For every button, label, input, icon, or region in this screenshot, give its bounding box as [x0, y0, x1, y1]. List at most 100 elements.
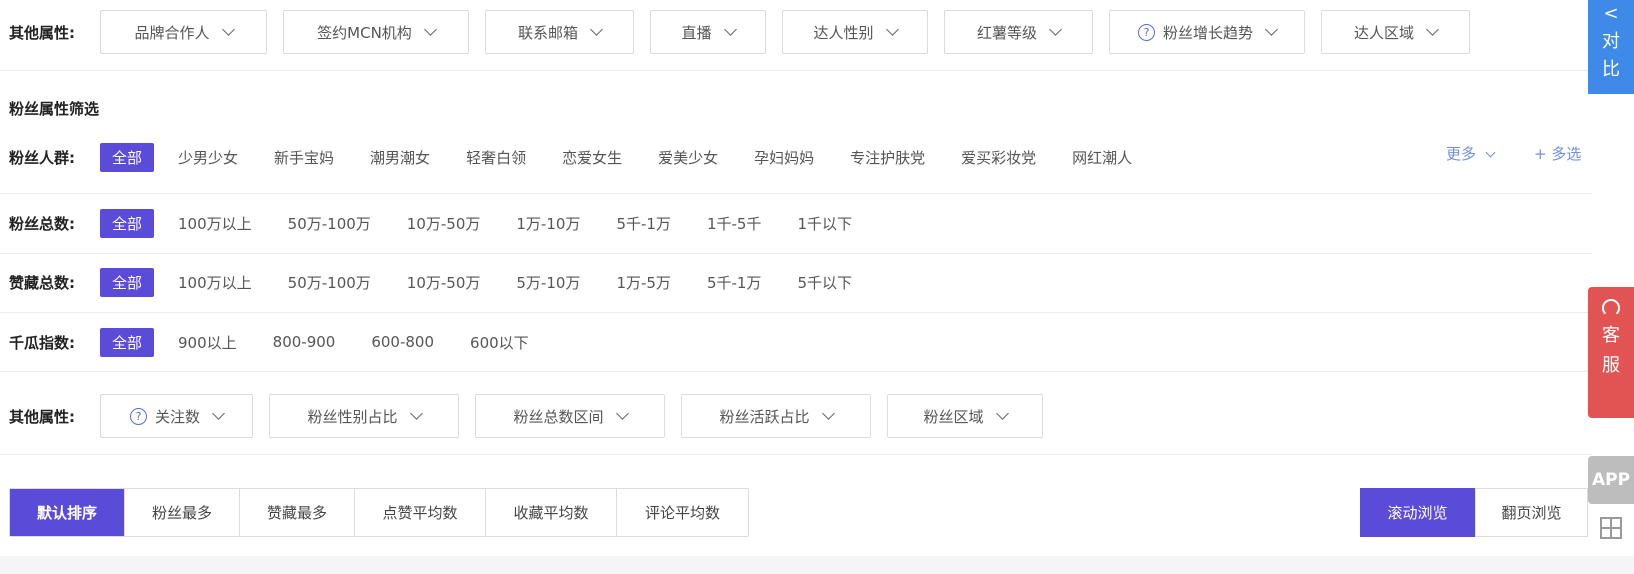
likes-total-option[interactable]: 1万-5万 — [616, 272, 671, 293]
qiangua-index-option[interactable]: 900以上 — [178, 332, 237, 353]
likes-total-option[interactable]: 10万-50万 — [407, 272, 481, 293]
qiangua-index-option[interactable]: 600以下 — [470, 332, 529, 353]
chevron-down-icon — [1265, 23, 1278, 36]
dropdown-label: 签约MCN机构 — [317, 23, 412, 42]
divider — [0, 253, 1592, 254]
help-icon[interactable]: ? — [1137, 23, 1155, 41]
option-all[interactable]: 全部 — [100, 142, 155, 172]
grid-view-button[interactable] — [1588, 506, 1634, 550]
dropdown-email[interactable]: 联系邮箱 — [485, 10, 634, 54]
divider — [0, 454, 1592, 455]
help-icon[interactable]: ? — [129, 407, 147, 425]
fans-total-option[interactable]: 1万-10万 — [516, 213, 580, 234]
compare-char: 比 — [1602, 59, 1620, 80]
chevron-down-icon — [885, 23, 899, 36]
dropdown-region[interactable]: 达人区域 — [1321, 10, 1470, 54]
likes-total-option[interactable]: 5万-10万 — [516, 272, 580, 293]
crowd-option[interactable]: 爱买彩妆党 — [961, 147, 1036, 168]
sort-avg-collects-button[interactable]: 收藏平均数 — [486, 489, 617, 536]
fans-total-option[interactable]: 100万以上 — [178, 213, 252, 234]
compare-button[interactable]: < 对 比 — [1588, 0, 1634, 94]
page-view-button[interactable]: 翻页浏览 — [1475, 488, 1588, 537]
qiangua-index-row: 千瓜指数: 全部 900以上 800-900 600-800 600以下 — [0, 327, 529, 357]
headset-icon — [1602, 299, 1620, 317]
service-char: 客 — [1602, 325, 1620, 346]
dropdown-fan-total-range[interactable]: 粉丝总数区间 — [475, 394, 665, 438]
sort-likes-button[interactable]: 赞藏最多 — [240, 489, 355, 536]
likes-total-option[interactable]: 50万-100万 — [288, 272, 371, 293]
fan-filter-label: 其他属性: — [9, 407, 75, 426]
qiangua-index-label: 千瓜指数: — [9, 333, 75, 352]
scroll-view-button[interactable]: 滚动浏览 — [1360, 488, 1475, 537]
multi-select-button[interactable]: + 多选 — [1534, 143, 1581, 164]
dropdown-brand-partner[interactable]: 品牌合作人 — [100, 10, 267, 54]
crowd-option[interactable]: 潮男潮女 — [370, 147, 430, 168]
chevron-down-icon — [409, 407, 423, 420]
compare-char: < — [1603, 3, 1619, 24]
qiangua-index-options: 全部 900以上 800-900 600-800 600以下 — [100, 327, 529, 357]
sort-avg-likes-button[interactable]: 点赞平均数 — [355, 489, 486, 536]
customer-service-button[interactable]: 客 服 — [1588, 287, 1634, 418]
crowd-option[interactable]: 网红潮人 — [1072, 147, 1132, 168]
dropdown-fan-gender[interactable]: 粉丝性别占比 — [269, 394, 459, 438]
option-all[interactable]: 全部 — [100, 327, 155, 357]
crowd-option[interactable]: 孕妇妈妈 — [754, 147, 814, 168]
sort-default-button[interactable]: 默认排序 — [10, 489, 125, 536]
crowd-option[interactable]: 轻奢白领 — [466, 147, 526, 168]
sort-fans-button[interactable]: 粉丝最多 — [125, 489, 240, 536]
qiangua-index-option[interactable]: 600-800 — [371, 333, 434, 351]
fans-total-option[interactable]: 10万-50万 — [407, 213, 481, 234]
dropdown-fan-active[interactable]: 粉丝活跃占比 — [681, 394, 871, 438]
dropdown-fan-growth[interactable]: ? 粉丝增长趋势 — [1109, 10, 1305, 54]
more-button[interactable]: 更多 — [1446, 143, 1496, 164]
chevron-down-icon — [1426, 23, 1439, 36]
dropdown-label: 达人区域 — [1353, 23, 1414, 42]
app-button[interactable]: APP — [1588, 456, 1634, 504]
dropdown-gender[interactable]: 达人性别 — [782, 10, 928, 54]
chevron-down-icon — [221, 23, 235, 36]
crowd-row: 粉丝人群: 全部 少男少女 新手宝妈 潮男潮女 轻奢白领 恋爱女生 爱美少女 孕… — [0, 142, 1132, 172]
qiangua-index-option[interactable]: 800-900 — [273, 333, 336, 351]
sort-bar: 默认排序 粉丝最多 赞藏最多 点赞平均数 收藏平均数 评论平均数 — [9, 488, 749, 537]
service-char: 服 — [1602, 355, 1620, 376]
fans-total-option[interactable]: 5千-1万 — [616, 213, 671, 234]
fans-total-option[interactable]: 1千-5千 — [707, 213, 762, 234]
crowd-option[interactable]: 恋爱女生 — [562, 147, 622, 168]
fans-total-options: 全部 100万以上 50万-100万 10万-50万 1万-10万 5千-1万 … — [100, 208, 852, 238]
dropdown-follow-count[interactable]: ? 关注数 — [100, 394, 253, 438]
likes-total-option[interactable]: 5千-1万 — [707, 272, 762, 293]
dropdown-fan-region[interactable]: 粉丝区域 — [887, 394, 1043, 438]
chevron-down-icon — [1049, 23, 1062, 36]
crowd-option[interactable]: 少男少女 — [178, 147, 238, 168]
dropdown-live[interactable]: 直播 — [650, 10, 766, 54]
divider — [0, 193, 1592, 194]
dropdown-label: 品牌合作人 — [134, 23, 210, 42]
divider — [0, 371, 1592, 372]
more-label: 更多 — [1446, 145, 1477, 163]
likes-total-option[interactable]: 5千以下 — [797, 272, 852, 293]
crowd-label: 粉丝人群: — [9, 148, 75, 167]
crowd-option[interactable]: 新手宝妈 — [274, 147, 334, 168]
fans-total-label: 粉丝总数: — [9, 214, 75, 233]
likes-total-option[interactable]: 100万以上 — [178, 272, 252, 293]
chevron-down-icon — [423, 23, 437, 36]
sort-avg-comments-button[interactable]: 评论平均数 — [617, 489, 748, 536]
dropdown-label: 红薯等级 — [976, 23, 1037, 42]
fans-total-option[interactable]: 1千以下 — [797, 213, 852, 234]
option-all[interactable]: 全部 — [100, 208, 155, 238]
option-all[interactable]: 全部 — [100, 267, 155, 297]
divider — [0, 70, 1592, 71]
chevron-down-icon — [1485, 147, 1496, 158]
fans-total-option[interactable]: 50万-100万 — [288, 213, 371, 234]
dropdown-label: 粉丝总数区间 — [513, 407, 604, 426]
likes-total-options: 全部 100万以上 50万-100万 10万-50万 5万-10万 1万-5万 … — [100, 267, 852, 297]
chevron-down-icon — [723, 23, 737, 36]
dropdown-label: 粉丝区域 — [923, 407, 984, 426]
dropdown-mcn[interactable]: 签约MCN机构 — [283, 10, 469, 54]
crowd-option[interactable]: 爱美少女 — [658, 147, 718, 168]
dropdown-level[interactable]: 红薯等级 — [944, 10, 1093, 54]
divider — [0, 312, 1592, 313]
grid-icon — [1600, 517, 1622, 539]
crowd-option[interactable]: 专注护肤党 — [850, 147, 925, 168]
chevron-down-icon — [821, 407, 835, 420]
